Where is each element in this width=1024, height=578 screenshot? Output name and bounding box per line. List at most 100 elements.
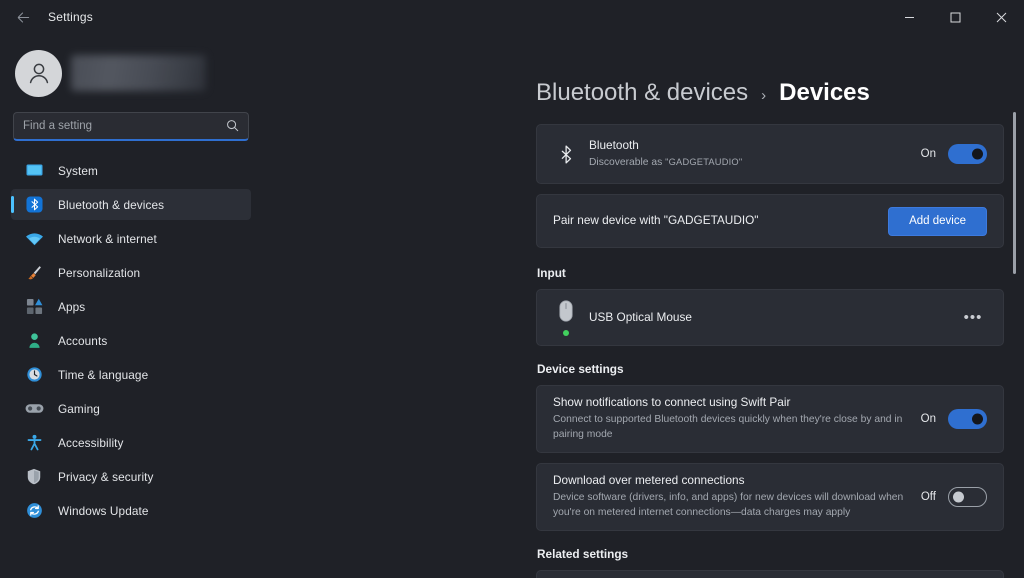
bluetooth-icon	[23, 196, 45, 214]
sidebar-item-label: Network & internet	[58, 231, 157, 246]
input-section-heading: Input	[537, 266, 566, 280]
pair-device-card: Pair new device with "GADGETAUDIO" Add d…	[536, 194, 1004, 248]
clock-icon	[23, 366, 45, 384]
wifi-icon	[23, 230, 45, 248]
metered-connections-subtitle: Device software (drivers, info, and apps…	[553, 491, 904, 518]
user-name-redacted	[71, 55, 206, 91]
close-icon	[996, 12, 1006, 22]
sidebar-item-label: Personalization	[58, 265, 141, 280]
pair-device-row: Pair new device with "GADGETAUDIO" Add d…	[537, 195, 1003, 247]
swift-pair-subtitle: Connect to supported Bluetooth devices q…	[553, 413, 903, 440]
bluetooth-toggle-label: On	[920, 148, 936, 160]
toggle-knob	[972, 148, 983, 160]
page-title: Devices	[779, 79, 870, 106]
metered-connections-card: Download over metered connections Device…	[536, 462, 1004, 531]
device-name: USB Optical Mouse	[589, 309, 692, 324]
sidebar-item-accounts[interactable]: Accounts	[11, 325, 251, 356]
device-row[interactable]: USB Optical Mouse •••	[537, 290, 1003, 345]
bluetooth-icon	[553, 144, 579, 164]
sidebar-item-apps[interactable]: Apps	[11, 291, 251, 322]
maximize-button[interactable]	[932, 0, 978, 34]
shield-icon	[23, 468, 45, 486]
scrollbar-thumb[interactable]	[1013, 112, 1016, 274]
input-devices-card: USB Optical Mouse •••	[536, 289, 1004, 346]
bluetooth-card: Bluetooth Discoverable as "GADGETAUDIO" …	[536, 124, 1004, 184]
metered-connections-text: Download over metered connections Device…	[553, 464, 907, 530]
avatar	[15, 49, 62, 97]
device-actions: •••	[945, 305, 987, 331]
arrow-left-icon	[17, 11, 29, 23]
settings-window: Settings Find a setting System Bluetooth…	[0, 0, 1024, 578]
main-content: Bluetooth & devices › Devices Bluetooth	[262, 34, 1024, 578]
breadcrumb: Bluetooth & devices › Devices	[536, 79, 870, 107]
sidebar-item-personalization[interactable]: Personalization	[11, 257, 251, 288]
metered-connections-toggle-group: Off	[907, 486, 987, 507]
bluetooth-subtitle-prefix: Discoverable as	[589, 156, 666, 168]
sidebar-item-label: System	[58, 163, 98, 178]
metered-connections-row: Download over metered connections Device…	[537, 464, 1003, 530]
swift-pair-card: Show notifications to connect using Swif…	[536, 385, 1004, 453]
toggle-knob	[972, 413, 983, 425]
device-more-options-button[interactable]: •••	[959, 305, 987, 331]
sidebar-item-label: Time & language	[58, 367, 149, 382]
person-icon	[29, 63, 48, 84]
close-button[interactable]	[978, 0, 1024, 34]
breadcrumb-parent[interactable]: Bluetooth & devices	[536, 79, 748, 107]
swift-pair-toggle-label: On	[920, 412, 936, 425]
search-icon	[226, 119, 239, 134]
bluetooth-title: Bluetooth	[589, 137, 639, 152]
window-title: Settings	[48, 10, 93, 24]
related-settings-row[interactable]	[537, 571, 1003, 578]
mouse-icon	[559, 299, 573, 327]
metered-connections-title: Download over metered connections	[553, 472, 745, 487]
bluetooth-row: Bluetooth Discoverable as "GADGETAUDIO" …	[537, 125, 1003, 183]
swift-pair-toggle-group: On	[907, 408, 987, 429]
metered-connections-toggle-label: Off	[920, 490, 936, 503]
update-refresh-icon	[23, 502, 45, 520]
sidebar-item-windows-update[interactable]: Windows Update	[11, 495, 251, 526]
account-person-icon	[23, 332, 45, 350]
main-scrollbar[interactable]	[1008, 50, 1020, 578]
sidebar-item-label: Accounts	[58, 333, 108, 348]
toggle-knob	[953, 491, 964, 503]
sidebar-item-accessibility[interactable]: Accessibility	[11, 427, 251, 458]
mouse-icon-wrap	[553, 299, 579, 336]
related-settings-card[interactable]	[536, 569, 1004, 578]
bluetooth-device-name: "GADGETAUDIO"	[665, 156, 743, 167]
device-status-dot	[563, 329, 569, 336]
sidebar-nav: System Bluetooth & devices Network & int…	[11, 155, 251, 529]
sidebar: System Bluetooth & devices	[0, 34, 262, 578]
sidebar-item-label: Accessibility	[58, 435, 124, 450]
swift-pair-title: Show notifications to connect using Swif…	[553, 395, 791, 409]
related-settings-heading: Related settings	[537, 546, 629, 561]
sidebar-item-bluetooth-devices[interactable]: Bluetooth & devices	[11, 189, 251, 220]
swift-pair-text: Show notifications to connect using Swif…	[553, 386, 907, 452]
sidebar-item-label: Gaming	[58, 401, 100, 416]
search-box[interactable]	[13, 112, 249, 141]
sidebar-item-time-language[interactable]: Time & language	[11, 359, 251, 390]
sidebar-item-system[interactable]: System	[11, 155, 251, 186]
bluetooth-toggle[interactable]	[948, 144, 987, 164]
swift-pair-toggle[interactable]	[948, 408, 987, 429]
sidebar-item-privacy-security[interactable]: Privacy & security	[11, 461, 251, 492]
settings-list: Bluetooth Discoverable as "GADGETAUDIO" …	[536, 124, 1004, 578]
sidebar-item-label: Apps	[58, 299, 86, 314]
bluetooth-toggle-group: On	[907, 144, 987, 164]
pair-device-actions: Add device	[874, 206, 987, 236]
device-text: USB Optical Mouse	[589, 301, 945, 335]
sidebar-item-label: Bluetooth & devices	[58, 197, 165, 212]
search-input[interactable]	[23, 120, 226, 132]
pair-device-label: Pair new device with "GADGETAUDIO"	[553, 213, 759, 228]
metered-connections-toggle[interactable]	[948, 486, 987, 507]
title-bar: Settings	[0, 0, 1024, 34]
sidebar-item-gaming[interactable]: Gaming	[11, 393, 251, 424]
add-device-button[interactable]: Add device	[888, 206, 987, 236]
minimize-button[interactable]	[886, 0, 932, 34]
sidebar-item-network-internet[interactable]: Network & internet	[11, 223, 251, 254]
maximize-icon	[950, 12, 960, 22]
bluetooth-subtitle: Discoverable as "GADGETAUDIO"	[589, 156, 907, 171]
back-button[interactable]	[6, 2, 40, 32]
device-settings-heading: Device settings	[537, 362, 624, 376]
user-profile[interactable]	[15, 44, 251, 102]
sidebar-item-label: Privacy & security	[58, 469, 154, 484]
